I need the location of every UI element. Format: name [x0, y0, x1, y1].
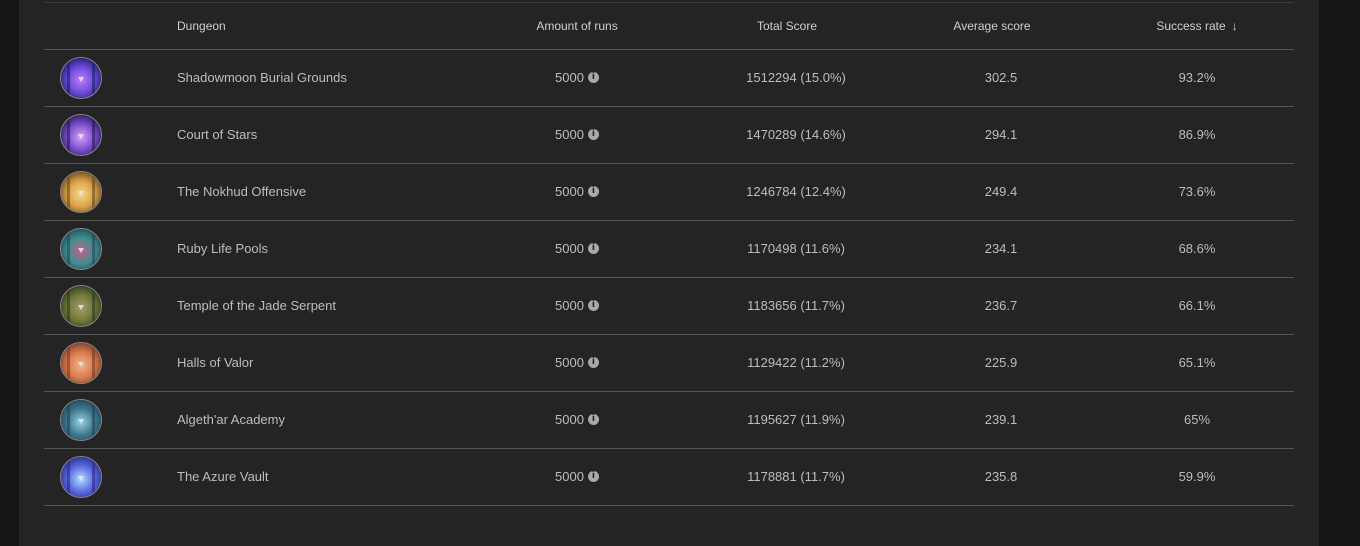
info-icon[interactable]: i [587, 414, 599, 426]
runs-cell: 5000 i [555, 164, 599, 220]
success-rate: 65% [1183, 412, 1211, 427]
average-score: 235.8 [984, 469, 1018, 484]
info-icon[interactable]: i [587, 300, 599, 312]
average-score: 294.1 [984, 127, 1018, 142]
column-header-dungeon[interactable]: Dungeon [177, 3, 226, 49]
table-row[interactable]: The Nokhud Offensive 5000 i 1246784 (12.4%)… [44, 164, 1294, 221]
total-score: 1512294 (15.0%) [746, 70, 846, 85]
success-rate: 66.1% [1178, 298, 1216, 313]
column-header-success-rate[interactable]: Success rate ↓ [1156, 3, 1237, 49]
dungeon-thumbnail [60, 228, 102, 270]
dungeon-name: Court of Stars [177, 127, 258, 142]
dungeon-name: Halls of Valor [177, 355, 254, 370]
dungeon-thumbnail [60, 57, 102, 99]
runs-value: 5000 [555, 127, 584, 142]
table-row[interactable]: Ruby Life Pools 5000 i 1170498 (11.6%) 234.1… [44, 221, 1294, 278]
table-row[interactable]: Halls of Valor 5000 i 1129422 (11.2%) 225.9 6… [44, 335, 1294, 392]
table-row[interactable]: Algeth'ar Academy 5000 i 1195627 (11.9%) 239… [44, 392, 1294, 449]
total-score: 1129422 (11.2%) [747, 355, 845, 370]
average-score: 234.1 [984, 241, 1018, 256]
runs-cell: 5000 i [555, 392, 599, 448]
table-body: Shadowmoon Burial Grounds 5000 i 1512294 (1… [44, 50, 1294, 506]
total-score: 1183656 (11.7%) [747, 298, 845, 313]
table-header-row: Dungeon Amount of runs Total Score Avera… [44, 3, 1294, 50]
total-score: 1170498 (11.6%) [747, 241, 845, 256]
total-score: 1178881 (11.7%) [747, 469, 845, 484]
table-row[interactable]: The Azure Vault 5000 i 1178881 (11.7%) 235.8… [44, 449, 1294, 506]
info-icon[interactable]: i [587, 186, 599, 198]
info-icon[interactable]: i [587, 357, 599, 369]
column-header-total-score[interactable]: Total Score [757, 3, 817, 49]
dungeon-name: The Nokhud Offensive [177, 184, 307, 199]
dungeon-thumbnail [60, 342, 102, 384]
dungeon-thumbnail [60, 399, 102, 441]
success-rate: 68.6% [1178, 241, 1216, 256]
average-score: 249.4 [984, 184, 1018, 199]
content-panel: Dungeon Amount of runs Total Score Avera… [19, 0, 1319, 546]
info-icon[interactable]: i [587, 471, 599, 483]
column-header-runs[interactable]: Amount of runs [536, 3, 617, 49]
runs-cell: 5000 i [555, 50, 599, 106]
dungeon-name: Temple of the Jade Serpent [177, 298, 336, 313]
runs-value: 5000 [555, 184, 584, 199]
dungeon-thumbnail [60, 171, 102, 213]
success-rate: 86.9% [1178, 127, 1216, 142]
total-score: 1470289 (14.6%) [746, 127, 846, 142]
dungeon-stats-table: Dungeon Amount of runs Total Score Avera… [44, 3, 1294, 506]
success-rate: 59.9% [1178, 469, 1216, 484]
info-icon[interactable]: i [587, 243, 599, 255]
dungeon-thumbnail [60, 456, 102, 498]
success-rate: 93.2% [1178, 70, 1216, 85]
average-score: 236.7 [984, 298, 1018, 313]
arrow-down-icon: ↓ [1231, 19, 1238, 33]
column-header-average-score[interactable]: Average score [953, 3, 1030, 49]
total-score: 1195627 (11.9%) [747, 412, 845, 427]
info-icon[interactable]: i [587, 129, 599, 141]
runs-value: 5000 [555, 70, 584, 85]
average-score: 225.9 [984, 355, 1018, 370]
dungeon-thumbnail [60, 285, 102, 327]
runs-cell: 5000 i [555, 449, 599, 505]
table-row[interactable]: Court of Stars 5000 i 1470289 (14.6%) 294.1 8… [44, 107, 1294, 164]
dungeon-name: Algeth'ar Academy [177, 412, 285, 427]
runs-value: 5000 [555, 412, 584, 427]
runs-cell: 5000 i [555, 278, 599, 334]
runs-cell: 5000 i [555, 221, 599, 277]
dungeon-name: Shadowmoon Burial Grounds [177, 70, 347, 85]
dungeon-name: The Azure Vault [177, 469, 269, 484]
table-row[interactable]: Shadowmoon Burial Grounds 5000 i 1512294 (1… [44, 50, 1294, 107]
runs-value: 5000 [555, 355, 584, 370]
column-header-success-rate-label: Success rate [1156, 19, 1226, 33]
runs-cell: 5000 i [555, 335, 599, 391]
info-icon[interactable]: i [587, 72, 599, 84]
average-score: 302.5 [984, 70, 1018, 85]
runs-value: 5000 [555, 298, 584, 313]
runs-cell: 5000 i [555, 107, 599, 163]
average-score: 239.1 [984, 412, 1018, 427]
dungeon-thumbnail [60, 114, 102, 156]
success-rate: 65.1% [1178, 355, 1216, 370]
runs-value: 5000 [555, 241, 584, 256]
total-score: 1246784 (12.4%) [746, 184, 846, 199]
table-row[interactable]: Temple of the Jade Serpent 5000 i 1183656 (… [44, 278, 1294, 335]
success-rate: 73.6% [1178, 184, 1216, 199]
dungeon-name: Ruby Life Pools [177, 241, 269, 256]
runs-value: 5000 [555, 469, 584, 484]
